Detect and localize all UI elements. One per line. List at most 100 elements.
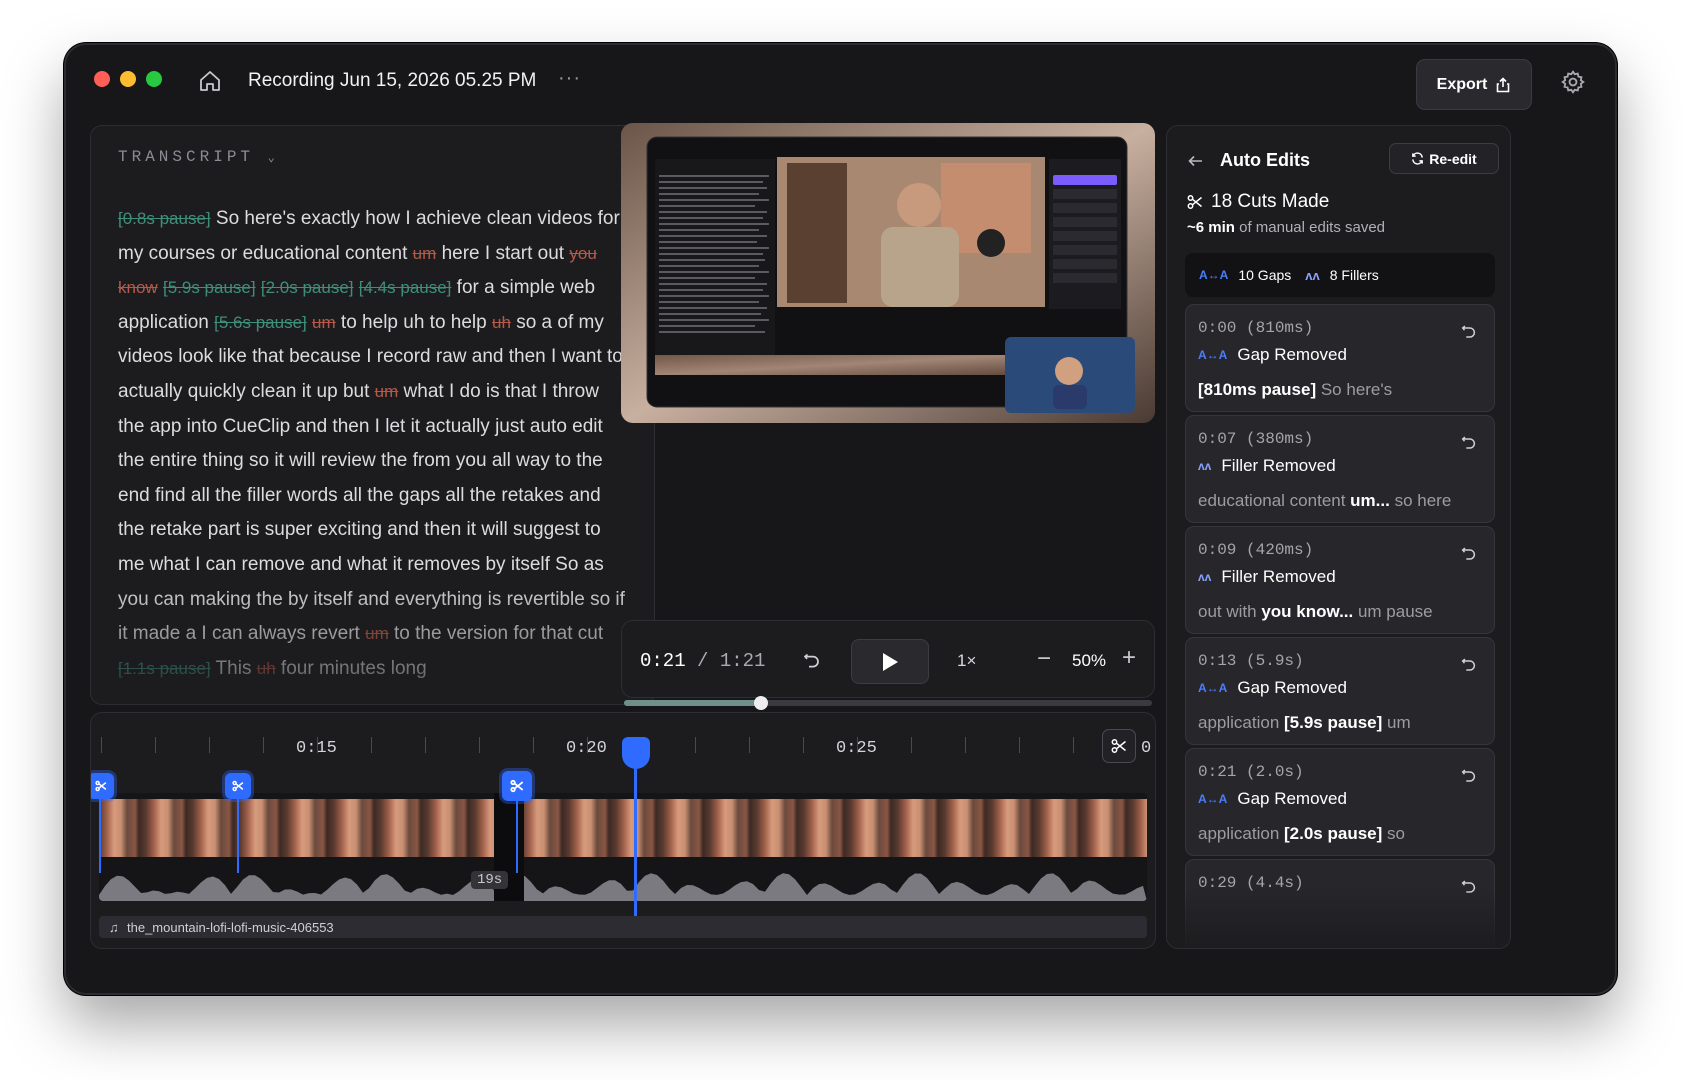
zoom-out-icon[interactable]: − [1037,645,1051,673]
undo-icon[interactable] [1460,323,1478,341]
edit-card[interactable]: 0:00 (810ms) A↔A Gap Removed [810ms pause] … [1185,304,1495,412]
cut-handle[interactable] [225,773,251,799]
undo-icon[interactable] [1460,767,1478,785]
tick-mark [371,737,372,753]
scissors-icon [510,779,524,793]
chevron-down-icon: ⌄ [267,151,275,165]
edit-context-after: um [1382,713,1411,732]
music-track[interactable]: ♫ the_mountain-lofi-lofi-music-406553 [99,916,1147,938]
tick-mark [695,737,696,753]
auto-edits-title: Auto Edits [1220,150,1310,170]
transcript-fade [91,574,654,704]
edit-context: educational content um... so here [1198,491,1451,511]
edit-type-label: Gap Removed [1237,789,1347,808]
edit-context-before: application [1198,824,1285,843]
play-icon [883,652,898,671]
gap-icon: A↔A [1199,268,1229,282]
edit-type: A↔A Gap Removed [1198,678,1347,698]
tick-mark [101,737,102,753]
re-edit-label: Re-edit [1429,150,1477,167]
transcript-header-label: TRANSCRIPT [118,148,255,166]
split-button[interactable] [1102,729,1136,763]
re-edit-button[interactable]: Re-edit [1389,143,1499,174]
video-frame-illustration [621,123,1155,423]
cut-handle-selected[interactable] [502,771,532,801]
gap-token[interactable]: [0.8s pause] [118,209,211,228]
waveform-path [99,873,1147,901]
tick-mark [155,737,156,753]
transcript-header[interactable]: TRANSCRIPT ⌄ [118,148,275,166]
edit-card[interactable]: 0:13 (5.9s) A↔A Gap Removed application [5.… [1185,637,1495,745]
scissors-icon [95,780,107,792]
gap-token[interactable]: [5.9s pause] [163,278,256,297]
edit-type: A↔A Gap Removed [1198,789,1347,809]
edit-type: ʌʌ Filler Removed [1198,567,1336,587]
video-track[interactable] [99,793,1147,901]
playhead[interactable] [634,743,637,933]
gaps-count[interactable]: 10 Gaps [1238,267,1291,283]
gap-token[interactable]: [2.0s pause] [261,278,354,297]
time-saved-text: of manual edits saved [1234,219,1386,236]
filler-token[interactable]: um [375,382,399,401]
tick-mark [479,737,480,753]
progress-knob[interactable] [754,696,769,710]
auto-edits-panel: Auto Edits Re-edit 18 Cuts Made ~6 min o… [1166,125,1511,949]
tick-mark [803,737,804,753]
edit-timestamp: 0:13 (5.9s) [1198,652,1304,670]
tick-mark [1073,737,1074,753]
tick-mark [587,737,588,753]
gap-token[interactable]: [5.6s pause] [214,313,307,332]
edit-type-label: Gap Removed [1237,678,1347,697]
ruler-edge-label: 0 [1141,739,1152,758]
zoom-in-icon[interactable]: + [1122,644,1136,672]
edit-timestamp: 0:07 (380ms) [1198,430,1314,448]
filler-token[interactable]: um [312,313,336,332]
scissors-icon [1187,195,1202,209]
edit-context-before: application [1198,713,1285,732]
cut-handle[interactable] [91,773,114,799]
edit-context-after: so [1382,824,1405,843]
undo-icon[interactable] [1460,545,1478,563]
zoom-level: 50% [1072,651,1107,670]
gap-icon: A↔A [1198,681,1228,695]
edit-card[interactable]: 0:09 (420ms) ʌʌ Filler Removed out with you… [1185,526,1495,634]
tick-mark [533,737,534,753]
time-separator: / [685,650,720,672]
workspace: TRANSCRIPT ⌄ [0.8s pause] So here's exac… [66,45,1615,993]
transcript-phrase: to help uh to help [335,311,492,333]
edit-context-after: so here [1389,491,1452,510]
undo-icon[interactable] [1460,434,1478,452]
undo-icon[interactable] [1460,656,1478,674]
edit-context-after: So here's [1316,380,1393,399]
edit-removed-text: [2.0s pause] [1284,824,1383,843]
edit-card[interactable]: 0:21 (2.0s) A↔A Gap Removed application [2.… [1185,748,1495,856]
edit-removed-text: you know... [1261,602,1354,621]
audio-waveform[interactable] [99,867,1147,901]
video-filmstrip[interactable] [99,799,1147,857]
filler-token[interactable]: um [413,244,437,263]
filler-icon: ʌʌ [1305,267,1320,283]
edit-type: A↔A Gap Removed [1198,345,1347,365]
fillers-count[interactable]: 8 Fillers [1330,267,1379,283]
play-button[interactable] [851,639,929,684]
edit-card[interactable]: 0:07 (380ms) ʌʌ Filler Removed educational … [1185,415,1495,523]
gap-token[interactable]: [4.4s pause] [359,278,452,297]
video-preview[interactable] [621,123,1155,423]
playback-speed[interactable]: 1× [957,651,976,671]
back-arrow-icon[interactable] [1187,152,1205,170]
tick-mark [263,737,264,753]
edit-summary: A↔A 10 Gaps ʌʌ 8 Fillers [1185,253,1495,297]
playback-progress-bar[interactable] [624,696,1152,710]
edit-context: application [2.0s pause] so [1198,824,1405,844]
cuts-made-label: 18 Cuts Made [1211,191,1330,212]
total-duration: 1:21 [719,650,766,672]
progress-fill [624,700,762,706]
tick-mark [911,737,912,753]
filler-icon: ʌʌ [1198,570,1212,584]
filler-token[interactable]: uh [492,313,511,332]
current-time: 0:21 [640,650,686,672]
time-saved: ~6 min of manual edits saved [1187,219,1385,236]
undo-icon[interactable] [802,651,822,671]
music-track-name: the_mountain-lofi-lofi-music-406553 [127,920,334,935]
scissors-icon [232,780,244,792]
